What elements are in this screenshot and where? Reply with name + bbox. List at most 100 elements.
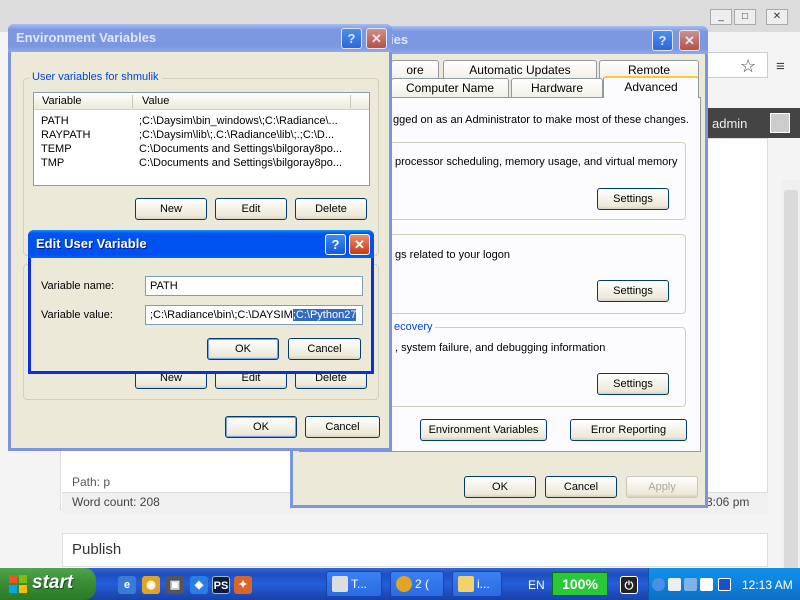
- publish-title: Publish: [72, 541, 122, 558]
- tab-partial[interactable]: ore: [391, 60, 439, 80]
- chrome-icon[interactable]: ◉: [142, 576, 160, 594]
- close-icon[interactable]: ✕: [349, 234, 370, 255]
- edit-button[interactable]: Edit: [215, 198, 287, 220]
- list-item[interactable]: TEMP C:\Documents and Settings\bilgoray8…: [34, 143, 369, 157]
- edit-user-variable-dialog: Edit User Variable ? ✕ Variable name: PA…: [28, 230, 374, 374]
- tab-computer-name[interactable]: Computer Name: [391, 78, 509, 98]
- performance-text: processor scheduling, memory usage, and …: [395, 156, 678, 168]
- dropbox-icon[interactable]: ◆: [190, 576, 208, 594]
- signal-icon[interactable]: [700, 578, 713, 591]
- user-profiles-text: gs related to your logon: [395, 249, 510, 261]
- folder-icon: [458, 576, 474, 592]
- delete-button[interactable]: Delete: [295, 198, 367, 220]
- taskbar-item-label: i...: [477, 577, 490, 591]
- photoshop-icon[interactable]: PS: [212, 576, 230, 594]
- help-icon[interactable]: ?: [652, 30, 673, 51]
- start-button[interactable]: start: [0, 568, 96, 600]
- close-icon[interactable]: ✕: [766, 9, 788, 25]
- cancel-button[interactable]: Cancel: [305, 416, 380, 438]
- cancel-button[interactable]: Cancel: [288, 338, 361, 360]
- taskbar-item-1[interactable]: T...: [326, 571, 382, 597]
- chrome-icon: [396, 576, 412, 592]
- variable-name-label: Variable name:: [41, 280, 115, 292]
- column-value[interactable]: Value: [142, 95, 169, 107]
- cancel-button[interactable]: Cancel: [545, 476, 617, 498]
- network-icon[interactable]: [668, 578, 681, 591]
- startup-recovery-settings-button[interactable]: Settings: [597, 373, 669, 395]
- user-variables-list[interactable]: Variable Value PATH ;C:\Daysim\bin_windo…: [33, 92, 370, 186]
- variable-name: RAYPATH: [41, 129, 91, 141]
- variable-name-field[interactable]: PATH: [145, 276, 363, 296]
- clock[interactable]: 12:13 AM: [742, 578, 793, 592]
- admin-notice: gged on as an Administrator to make most…: [393, 114, 689, 126]
- start-label: start: [32, 572, 74, 593]
- word-count: Word count: 208: [72, 495, 160, 509]
- list-item[interactable]: TMP C:\Documents and Settings\bilgoray8p…: [34, 157, 369, 171]
- minimize-icon[interactable]: _: [710, 9, 732, 25]
- address-bar[interactable]: [700, 52, 768, 78]
- close-icon[interactable]: ✕: [366, 28, 387, 49]
- help-icon[interactable]: ?: [325, 234, 346, 255]
- user-profiles-settings-button[interactable]: Settings: [597, 280, 669, 302]
- list-item[interactable]: PATH ;C:\Daysim\bin_windows\;C:\Radiance…: [34, 115, 369, 129]
- app-icon[interactable]: ▣: [166, 576, 184, 594]
- new-button[interactable]: New: [135, 198, 207, 220]
- environment-variables-button[interactable]: Environment Variables: [420, 419, 547, 441]
- tab-hardware[interactable]: Hardware: [511, 78, 603, 98]
- variable-value-selection: ;C:\Python27: [292, 309, 357, 321]
- environment-variables-titlebar: Environment Variables ? ✕: [8, 24, 392, 52]
- taskbar-item-label: T...: [351, 577, 368, 591]
- battery-indicator[interactable]: 100%: [552, 572, 608, 596]
- window-icon: [332, 576, 348, 592]
- publish-box: [62, 533, 768, 567]
- star-icon[interactable]: ☆: [740, 56, 756, 77]
- menu-icon[interactable]: ≡: [776, 58, 785, 75]
- apply-button[interactable]: Apply: [626, 476, 698, 498]
- variable-name: TMP: [41, 157, 65, 169]
- taskbar-item-label: 2 (: [415, 577, 430, 591]
- power-icon[interactable]: ⏻: [620, 576, 638, 594]
- column-variable[interactable]: Variable: [42, 95, 82, 107]
- performance-settings-button[interactable]: Settings: [597, 188, 669, 210]
- variable-name: TEMP: [41, 143, 72, 155]
- maple-icon[interactable]: ✦: [234, 576, 252, 594]
- windows-logo-icon: [9, 575, 27, 593]
- last-edited-time: 3:06 pm: [706, 495, 750, 509]
- edit-user-variable-titlebar: Edit User Variable ? ✕: [28, 230, 374, 258]
- variable-value-field[interactable]: ;C:\Radiance\bin\;C:\DAYSIM;C:\Python27: [145, 305, 363, 325]
- admin-label: admin: [712, 116, 748, 131]
- startup-recovery-text: , system failure, and debugging informat…: [395, 342, 606, 354]
- path-indicator: Path: p: [72, 475, 111, 489]
- column-separator: [132, 95, 133, 108]
- variable-value: C:\Documents and Settings\bilgoray8po...: [139, 143, 343, 155]
- ok-button[interactable]: OK: [225, 416, 297, 438]
- tab-automatic-updates[interactable]: Automatic Updates: [443, 60, 597, 80]
- help-icon[interactable]: ?: [341, 28, 362, 49]
- window-title: Environment Variables: [16, 30, 157, 45]
- variable-name: PATH: [41, 115, 69, 127]
- tray-expand-icon[interactable]: [652, 578, 665, 591]
- variable-value: ;C:\Daysim\bin_windows\;C:\Radiance\...: [139, 115, 338, 127]
- error-reporting-button[interactable]: Error Reporting: [570, 419, 687, 441]
- taskbar-item-2[interactable]: 2 (: [390, 571, 444, 597]
- variable-value: C:\Documents and Settings\bilgoray8po...: [139, 157, 343, 169]
- bluetooth-icon[interactable]: [718, 578, 731, 591]
- tab-advanced[interactable]: Advanced: [603, 76, 699, 98]
- page-scrollbar-thumb[interactable]: [784, 190, 798, 570]
- admin-bar[interactable]: admin: [700, 108, 800, 138]
- close-icon[interactable]: ✕: [679, 30, 700, 51]
- window-title: ies: [390, 32, 409, 47]
- display-icon[interactable]: [684, 578, 697, 591]
- variable-value-text: ;C:\Radiance\bin\;C:\DAYSIM: [150, 309, 293, 321]
- taskbar-item-3[interactable]: i...: [452, 571, 502, 597]
- variable-value-label: Variable value:: [41, 309, 113, 321]
- list-item[interactable]: RAYPATH ;C:\Daysim\lib\;.C:\Radiance\lib…: [34, 129, 369, 143]
- language-indicator[interactable]: EN: [528, 578, 545, 592]
- user-variables-label: User variables for shmulik: [29, 71, 162, 83]
- maximize-icon[interactable]: □: [734, 9, 756, 25]
- ok-button[interactable]: OK: [207, 338, 279, 360]
- startup-recovery-label: ecovery: [392, 321, 435, 333]
- ie-icon[interactable]: e: [118, 576, 136, 594]
- ok-button[interactable]: OK: [464, 476, 536, 498]
- avatar: [770, 113, 790, 133]
